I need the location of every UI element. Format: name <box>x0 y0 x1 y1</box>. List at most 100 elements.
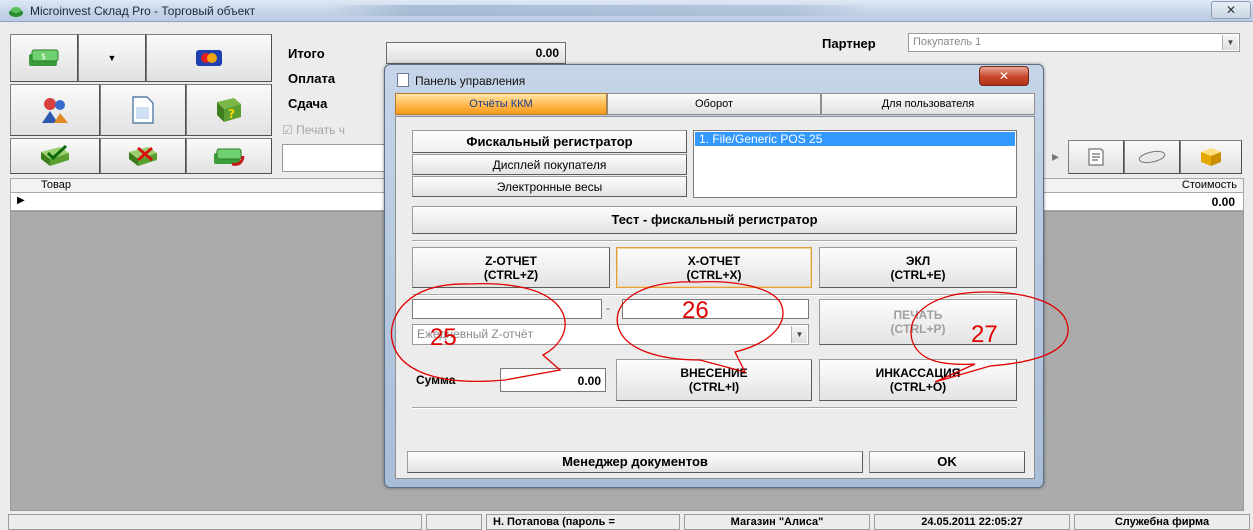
package-button[interactable] <box>1180 140 1242 174</box>
svg-text:$: $ <box>41 52 46 61</box>
column-header-item[interactable]: Товар <box>41 179 71 191</box>
print-checkbox[interactable]: ☑ Печать ч <box>282 123 345 137</box>
ekl-button[interactable]: ЭКЛ (CTRL+E) <box>819 247 1017 288</box>
deposit-button[interactable]: ВНЕСЕНИЕ (CTRL+I) <box>616 359 812 401</box>
help-button[interactable]: ? <box>186 84 272 136</box>
money-icon: $ <box>29 49 59 66</box>
dropdown-arrow-icon: ▼ <box>107 53 117 63</box>
date-range-separator: - <box>606 301 610 315</box>
sum-label: Сумма <box>416 373 456 387</box>
z-report-shortcut: (CTRL+Z) <box>483 267 539 282</box>
cancel-button[interactable] <box>100 138 186 174</box>
dialog-body: Фискальный регистратор Дисплей покупател… <box>395 116 1035 479</box>
collection-shortcut: (CTRL+O) <box>889 380 947 394</box>
ok-button[interactable]: OK <box>869 451 1025 473</box>
print-shortcut: (CTRL+P) <box>890 322 946 336</box>
test-fiscal-registrar-button[interactable]: Тест - фискальный регистратор <box>412 206 1017 234</box>
device-list[interactable]: 1. File/Generic POS 25 <box>693 130 1017 198</box>
x-report-shortcut: (CTRL+X) <box>686 267 742 282</box>
card-payment-button[interactable] <box>146 34 272 82</box>
window-title-bar: Microinvest Склад Pro - Торговый объект … <box>0 0 1253 22</box>
status-user: Н. Потапова (пароль = <box>486 514 680 530</box>
tab-user[interactable]: Для пользователя <box>821 93 1035 115</box>
report-type-select[interactable]: Ежедневный Z-отчёт ▼ <box>412 324 809 345</box>
dialog-close-button[interactable]: ✕ <box>979 66 1029 86</box>
window-title: Microinvest Склад Pro - Торговый объект <box>30 4 256 18</box>
status-datetime: 24.05.2011 22:05:27 <box>874 514 1070 530</box>
receipt-button[interactable] <box>1068 140 1124 174</box>
row-cost: 0.00 <box>1211 195 1235 209</box>
ekl-label: ЭКЛ <box>905 253 931 268</box>
help-icon: ? <box>217 98 241 122</box>
status-panel-empty <box>8 514 422 530</box>
dialog-title: Панель управления <box>415 74 526 88</box>
divider <box>412 407 1017 409</box>
document-manager-button[interactable]: Менеджер документов <box>407 451 863 473</box>
tag-icon <box>1138 150 1166 164</box>
check-icon <box>41 144 69 166</box>
list-item[interactable]: 1. File/Generic POS 25 <box>695 132 1015 146</box>
users-icon <box>42 98 68 123</box>
delete-icon <box>129 146 157 166</box>
total-label: Итого <box>288 46 325 61</box>
report-type-value: Ежедневный Z-отчёт <box>417 327 534 341</box>
chevron-down-icon: ▼ <box>1222 35 1238 50</box>
z-report-button[interactable]: Z-ОТЧЕТ (CTRL+Z) <box>412 247 610 288</box>
money-return-icon <box>214 148 245 166</box>
device-fiscal-registrar[interactable]: Фискальный регистратор <box>412 130 687 153</box>
partner-select[interactable]: Покупатель 1 ▼ <box>908 33 1240 52</box>
column-header-cost[interactable]: Стоимость <box>1182 179 1237 191</box>
change-label: Сдача <box>288 96 328 111</box>
blurred-title-region <box>330 5 870 16</box>
divider <box>412 294 1017 296</box>
confirm-button[interactable] <box>10 138 100 174</box>
row-pointer-icon: ▶ <box>17 195 25 206</box>
dialog-tabs: Отчёты ККМ Оборот Для пользователя <box>395 93 1035 116</box>
chevron-down-icon: ▼ <box>791 326 807 343</box>
deposit-shortcut: (CTRL+I) <box>688 380 740 394</box>
barcode-input[interactable] <box>282 144 387 172</box>
ekl-shortcut: (CTRL+E) <box>890 267 946 282</box>
z-report-label: Z-ОТЧЕТ <box>485 253 537 268</box>
box-icon <box>1201 148 1221 166</box>
print-button[interactable]: ПЕЧАТЬ (CTRL+P) <box>819 299 1017 345</box>
payment-dropdown-button[interactable]: ▼ <box>78 34 146 82</box>
arrow-right-icon: ▸ <box>1052 148 1060 164</box>
partner-value: Покупатель 1 <box>913 36 982 48</box>
control-panel-dialog: Панель управления ✕ Отчёты ККМ Оборот Дл… <box>384 64 1044 488</box>
dialog-icon <box>397 73 409 87</box>
sum-input[interactable]: 0.00 <box>500 368 606 392</box>
deposit-label: ВНЕСЕНИЕ <box>680 366 748 380</box>
divider <box>412 240 1017 242</box>
status-store: Магазин "Алиса" <box>684 514 870 530</box>
collection-label: ИНКАССАЦИЯ <box>875 366 961 380</box>
tab-kkm-reports[interactable]: Отчёты ККМ <box>395 93 607 115</box>
right-toolbar: ▸ <box>1052 140 1242 174</box>
status-company: Служебна фирма <box>1074 514 1250 530</box>
document-icon <box>132 96 154 124</box>
receipt-icon <box>1088 148 1104 166</box>
tab-turnover[interactable]: Оборот <box>607 93 821 115</box>
new-document-button[interactable] <box>100 84 186 136</box>
device-electronic-scales[interactable]: Электронные весы <box>412 176 687 197</box>
payment-label: Оплата <box>288 71 336 86</box>
app-icon <box>9 7 23 17</box>
collection-button[interactable]: ИНКАССАЦИЯ (CTRL+O) <box>819 359 1017 401</box>
status-bar: Н. Потапова (пароль = Магазин "Алиса" 24… <box>0 512 1253 530</box>
window-close-button[interactable]: ✕ <box>1211 1 1251 19</box>
device-customer-display[interactable]: Дисплей покупателя <box>412 154 687 175</box>
return-payment-button[interactable] <box>186 138 272 174</box>
print-checkbox-label: Печать ч <box>296 123 346 137</box>
x-report-label: X-ОТЧЕТ <box>687 253 741 268</box>
cash-payment-button[interactable]: $ <box>10 34 78 82</box>
discount-button[interactable] <box>1124 140 1180 174</box>
date-from-input[interactable] <box>412 299 602 319</box>
print-label: ПЕЧАТЬ <box>893 308 943 322</box>
search-partner-button[interactable] <box>10 84 100 136</box>
partner-label: Партнер <box>822 36 876 51</box>
svg-text:?: ? <box>228 107 235 121</box>
date-to-input[interactable] <box>622 299 809 319</box>
total-value: 0.00 <box>386 42 566 64</box>
x-report-button[interactable]: X-ОТЧЕТ (CTRL+X) <box>616 247 812 288</box>
checkbox-check-icon: ☑ <box>282 123 293 137</box>
